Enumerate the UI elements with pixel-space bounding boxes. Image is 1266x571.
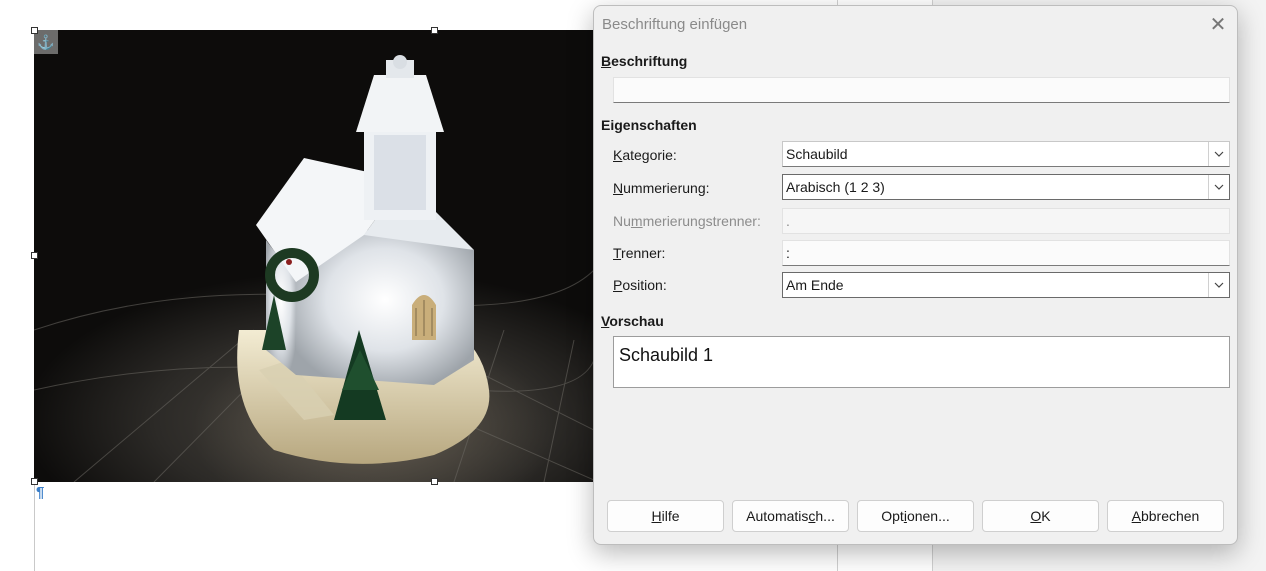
ok-button[interactable]: OK bbox=[982, 500, 1099, 532]
resize-handle-bottom-center[interactable] bbox=[431, 478, 438, 485]
position-dropdown[interactable]: Am Ende bbox=[782, 272, 1230, 298]
help-button[interactable]: Hilfe bbox=[607, 500, 724, 532]
numbering-separator-input[interactable]: . bbox=[782, 208, 1230, 234]
properties-section-heading: Eigenschaften bbox=[601, 117, 697, 133]
chevron-down-icon[interactable] bbox=[1208, 175, 1229, 199]
position-label: Position: bbox=[613, 277, 667, 293]
text-boundary-line bbox=[34, 482, 35, 571]
cancel-button[interactable]: Abbrechen bbox=[1107, 500, 1224, 532]
numbering-dropdown[interactable]: Arabisch (1 2 3) bbox=[782, 174, 1230, 200]
numbering-separator-label: Nummerierungstrenner: bbox=[613, 213, 761, 229]
category-combobox[interactable]: Schaubild bbox=[782, 141, 1230, 167]
chevron-down-icon[interactable] bbox=[1208, 273, 1229, 297]
position-value: Am Ende bbox=[786, 277, 844, 293]
selected-image[interactable] bbox=[34, 30, 594, 482]
category-label: Kategorie: bbox=[613, 147, 677, 163]
resize-handle-top-center[interactable] bbox=[431, 27, 438, 34]
category-value: Schaubild bbox=[786, 146, 848, 162]
close-icon[interactable]: ✕ bbox=[1204, 12, 1232, 36]
separator-label: Trenner: bbox=[613, 245, 666, 261]
paragraph-mark: ¶ bbox=[36, 484, 45, 501]
preview-section-heading: Vorschau bbox=[601, 313, 664, 329]
insert-caption-dialog: Beschriftung einfügen ✕ Beschriftung Eig… bbox=[593, 5, 1238, 545]
numbering-label: Nummerierung: bbox=[613, 180, 710, 196]
church-snow-globe-illustration bbox=[34, 55, 594, 482]
options-button[interactable]: Optionen... bbox=[857, 500, 974, 532]
caption-section-heading: Beschriftung bbox=[601, 53, 688, 69]
autocaption-button[interactable]: Automatisch... bbox=[732, 500, 849, 532]
separator-input[interactable]: : bbox=[782, 240, 1230, 266]
caption-preview: Schaubild 1 bbox=[613, 336, 1230, 388]
resize-handle-top-left[interactable] bbox=[31, 27, 38, 34]
numbering-value: Arabisch (1 2 3) bbox=[786, 179, 885, 195]
resize-handle-middle-left[interactable] bbox=[31, 252, 38, 259]
dialog-title: Beschriftung einfügen bbox=[602, 16, 748, 33]
chevron-down-icon[interactable] bbox=[1208, 142, 1229, 166]
caption-input[interactable] bbox=[613, 77, 1230, 103]
